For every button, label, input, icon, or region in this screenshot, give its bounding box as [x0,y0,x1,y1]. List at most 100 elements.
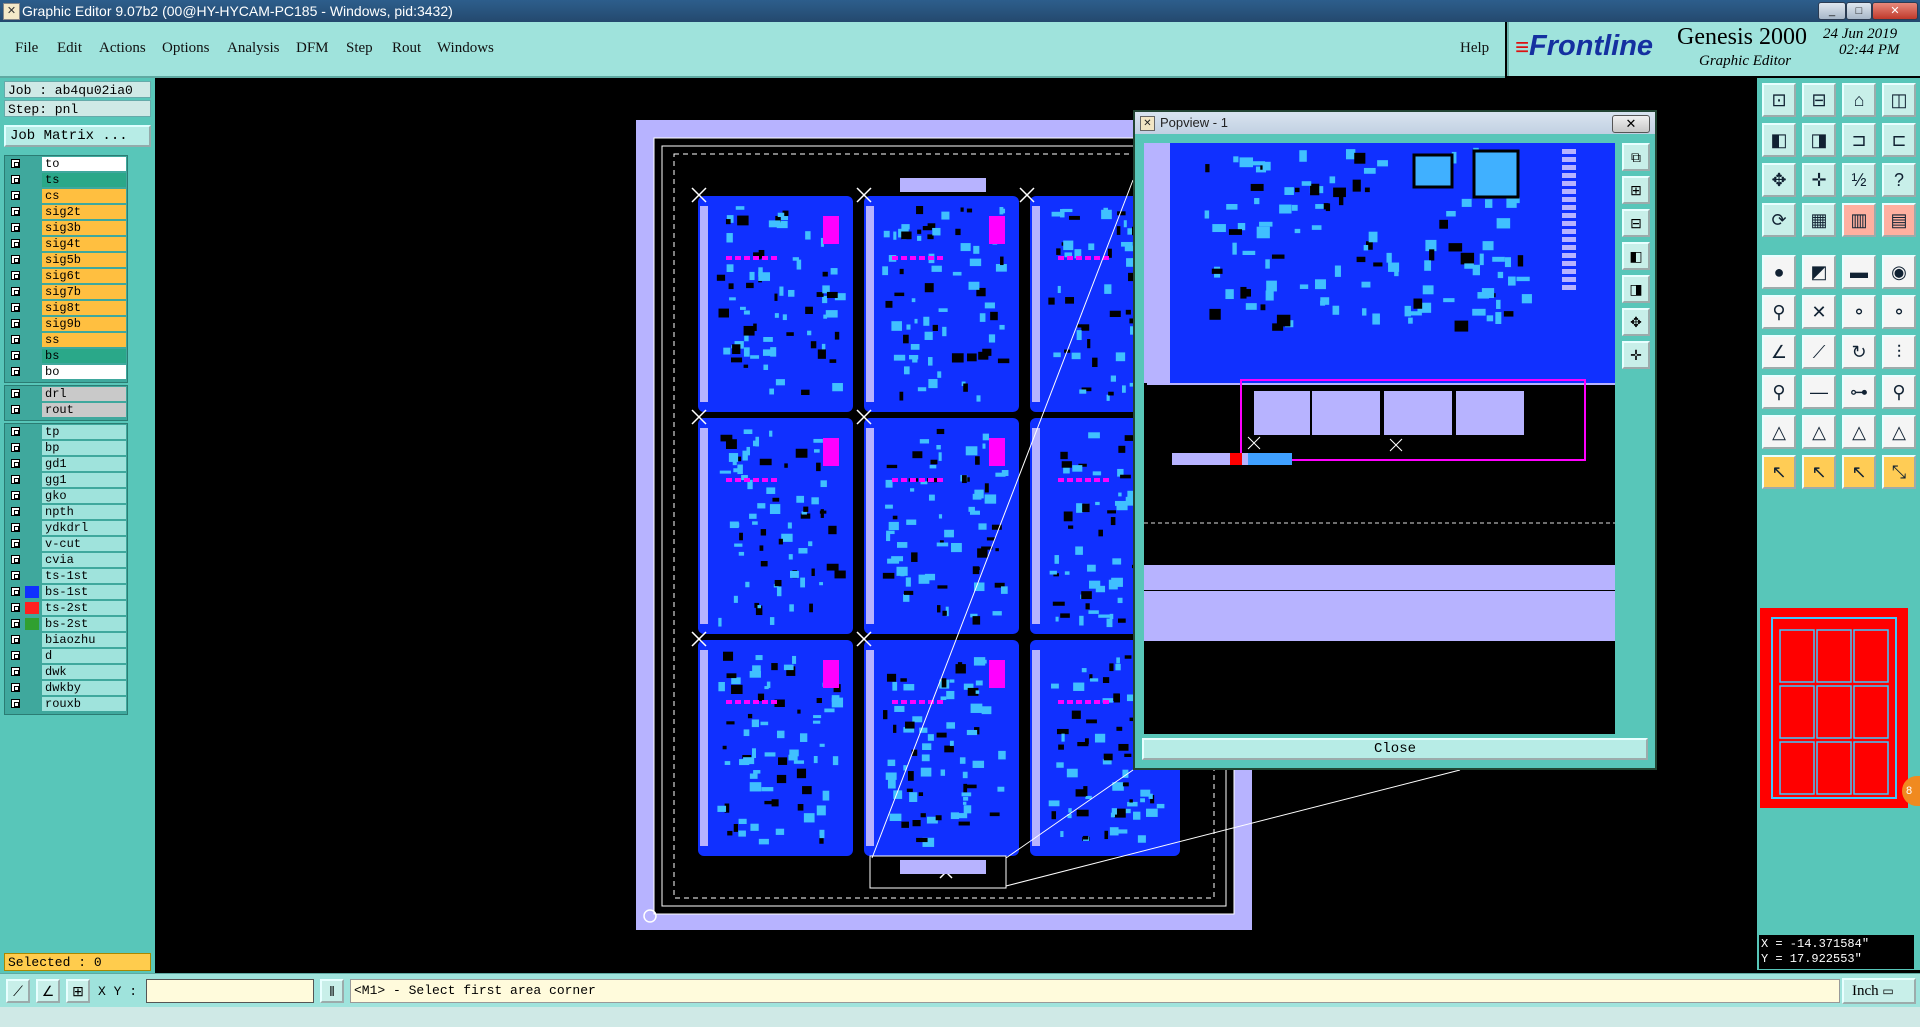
pin-icon[interactable]: ⚲ [1762,375,1796,409]
line-color-icon[interactable]: ◩ [1802,255,1836,289]
layer-row[interactable]: bp [5,440,127,456]
split-icon[interactable]: ⫶ [1882,335,1916,369]
zoom-back-icon[interactable]: ⊟ [1802,83,1836,117]
layer-name[interactable]: sig4t [42,237,126,251]
layer-row[interactable]: v-cut [5,536,127,552]
layer-row[interactable]: d [5,648,127,664]
layer-name[interactable]: gg1 [42,473,126,487]
layer-row[interactable]: dwkby [5,680,127,696]
angle-icon[interactable]: ∠ [1762,335,1796,369]
layer-row[interactable]: sig5b [5,252,127,268]
layer-name[interactable]: sig3b [42,221,126,235]
layer-name[interactable]: tp [42,425,126,439]
layer-name[interactable]: sig7b [42,285,126,299]
layer-visibility-checkbox[interactable] [11,603,20,612]
layer-row[interactable]: gd1 [5,456,127,472]
layer-visibility-checkbox[interactable] [11,405,20,414]
maximize-button[interactable]: □ [1846,2,1872,20]
layer-visibility-checkbox[interactable] [11,239,20,248]
popview-canvas[interactable] [1144,143,1615,734]
layer-row[interactable]: sig7b [5,284,127,300]
layer-visibility-checkbox[interactable] [11,571,20,580]
layer-name[interactable]: v-cut [42,537,126,551]
popview-center-button[interactable]: ✛ [1622,341,1650,369]
menu-rout[interactable]: Rout [392,40,421,57]
popview-pan-right-button[interactable]: ◨ [1622,275,1650,303]
tri-b-icon[interactable]: △ [1802,415,1836,449]
close-window-button[interactable]: ✕ [1872,2,1918,20]
popview-zoom-in-button[interactable]: ⊞ [1622,176,1650,204]
ruler-icon[interactable]: ▬ [1842,255,1876,289]
layer-name[interactable]: d [42,649,126,663]
layer-row[interactable]: bo [5,364,127,380]
layer-visibility-checkbox[interactable] [11,635,20,644]
menu-actions[interactable]: Actions [99,40,146,57]
layer-name[interactable]: gd1 [42,457,126,471]
layer-row[interactable]: ts-2st [5,600,127,616]
pan-right-icon[interactable]: ◨ [1802,123,1836,157]
layer-row[interactable]: gko [5,488,127,504]
menu-options[interactable]: Options [162,40,210,57]
layer-visibility-checkbox[interactable] [11,539,20,548]
layer-row[interactable]: dwk [5,664,127,680]
popview-zoom-out-button[interactable]: ⊟ [1622,209,1650,237]
fit-right-icon[interactable]: ⊏ [1882,123,1916,157]
layer-visibility-checkbox[interactable] [11,683,20,692]
layer-name[interactable]: drl [42,387,126,401]
pause-button[interactable]: ‖ [320,979,344,1003]
layer-visibility-checkbox[interactable] [11,555,20,564]
layer-name[interactable]: sig5b [42,253,126,267]
layer-name[interactable]: npth [42,505,126,519]
layer-row[interactable]: bs-1st [5,584,127,600]
layer-visibility-checkbox[interactable] [11,303,20,312]
select-a-icon[interactable]: ↖ [1762,455,1796,489]
layer-scrollbar[interactable] [130,155,152,703]
popview-expand-button[interactable]: ✥ [1622,308,1650,336]
layer-visibility-checkbox[interactable] [11,367,20,376]
rotate-icon[interactable]: ⟳ [1762,203,1796,237]
layer-visibility-checkbox[interactable] [11,351,20,360]
layer-row[interactable]: ts-1st [5,568,127,584]
layer-row[interactable]: bs-2st [5,616,127,632]
measure-icon[interactable]: ⚲ [1882,375,1916,409]
layer-name[interactable]: sig2t [42,205,126,219]
scale-icon[interactable]: ½ [1842,163,1876,197]
layer-name[interactable]: dwk [42,665,126,679]
popview-close-x[interactable]: ✕ [1612,115,1650,133]
tri-a-icon[interactable]: △ [1762,415,1796,449]
layer-name[interactable]: bs-1st [42,585,126,599]
layer-name[interactable]: to [42,157,126,171]
fit-all-icon[interactable]: ✥ [1762,163,1796,197]
layer-row[interactable]: ydkdrl [5,520,127,536]
fit-left-icon[interactable]: ⊐ [1842,123,1876,157]
layer-name[interactable]: ts-1st [42,569,126,583]
popview-pan-left-button[interactable]: ◧ [1622,242,1650,270]
split-view-icon[interactable]: ◫ [1882,83,1916,117]
layer-name[interactable]: ss [42,333,126,347]
layer-visibility-checkbox[interactable] [11,475,20,484]
layer-visibility-checkbox[interactable] [11,699,20,708]
tri-d-icon[interactable]: △ [1882,415,1916,449]
layer-visibility-checkbox[interactable] [11,271,20,280]
minimap[interactable]: 8 [1760,608,1920,808]
layer-visibility-checkbox[interactable] [11,287,20,296]
layer-name[interactable]: rouxb [42,697,126,711]
layer-name[interactable]: bs [42,349,126,363]
layer-row[interactable]: cvia [5,552,127,568]
query-icon[interactable]: ? [1882,163,1916,197]
menu-windows[interactable]: Windows [437,40,494,57]
layer-name[interactable]: bo [42,365,126,379]
layer-name[interactable]: rout [42,403,126,417]
popview-close-button[interactable]: Close [1142,738,1648,760]
node-c-icon[interactable]: ⚬ [1882,295,1916,329]
home-icon[interactable]: ⌂ [1842,83,1876,117]
layer-visibility-checkbox[interactable] [11,507,20,516]
menu-help[interactable]: Help [1460,40,1489,57]
layer-visibility-checkbox[interactable] [11,207,20,216]
cross-icon[interactable]: ✕ [1802,295,1836,329]
layer-name[interactable]: cvia [42,553,126,567]
layer-visibility-checkbox[interactable] [11,255,20,264]
layer-visibility-checkbox[interactable] [11,427,20,436]
layer-row[interactable]: tp [5,424,127,440]
layer-visibility-checkbox[interactable] [11,159,20,168]
